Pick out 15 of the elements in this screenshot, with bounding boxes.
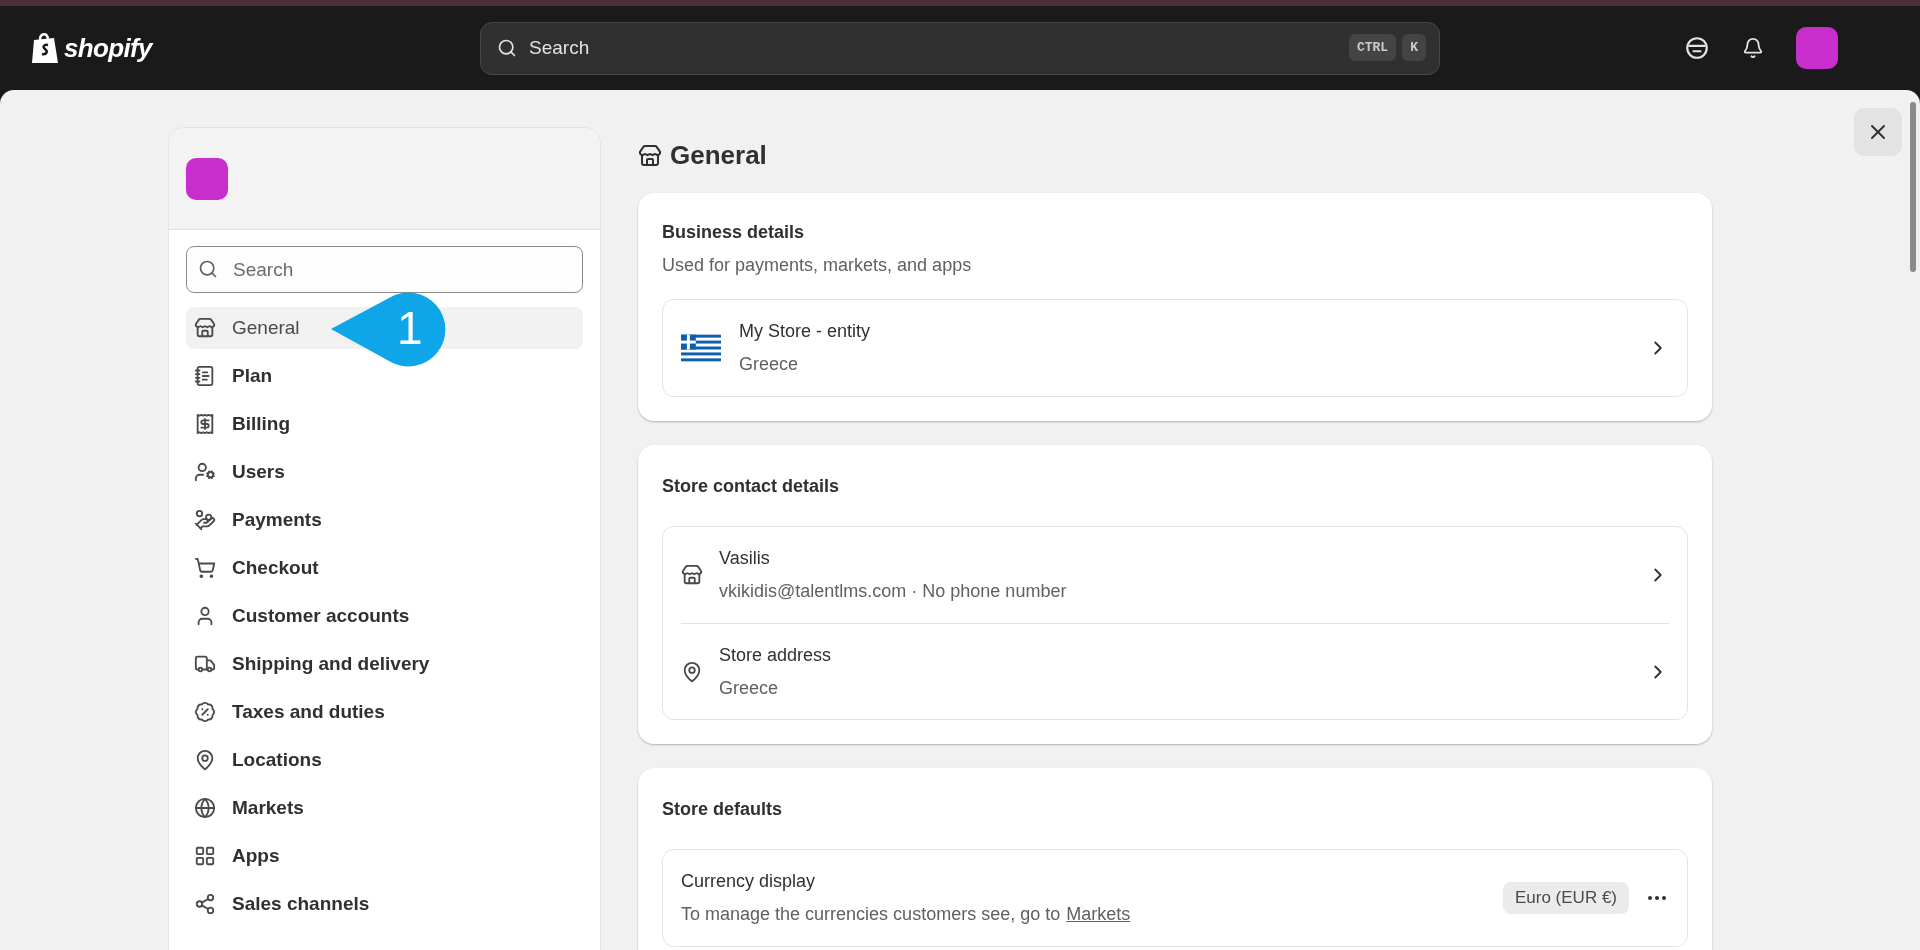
row-detail: To manage the currencies customers see, go to [681, 903, 1061, 926]
currency-badge: Euro (EUR €) [1502, 882, 1629, 914]
card-subtitle: Used for payments, markets, and apps [662, 254, 973, 277]
row-title: Vasilis [719, 547, 771, 570]
card-title: Store contact details [662, 475, 841, 498]
page-title: General [670, 139, 767, 172]
row-detail: Greece [719, 676, 780, 700]
row-title: Store address [719, 643, 833, 667]
row-title: Currency display [681, 870, 817, 893]
entity-country: Greece [739, 353, 800, 376]
row-detail: vkikidis@talentlms.com · No phone number [719, 580, 1068, 603]
card-title: Store defaults [662, 798, 784, 821]
entity-name: My Store - entity [739, 320, 872, 343]
keyboard-key: K [1402, 33, 1426, 61]
card-title: Business details [662, 221, 806, 244]
